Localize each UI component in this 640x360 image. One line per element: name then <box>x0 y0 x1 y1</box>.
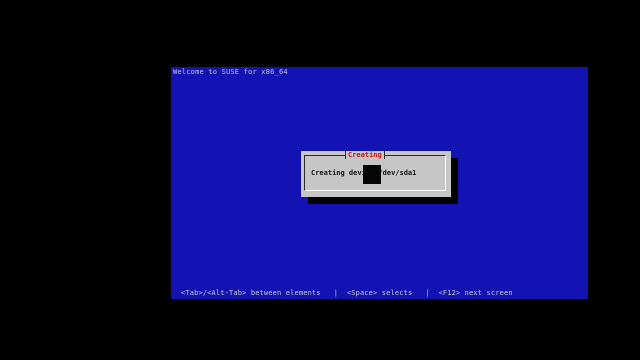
welcome-title: Welcome to SUSE for x86_64 <box>173 68 288 76</box>
status-bar-hints: <Tab>/<Alt-Tab> between elements | <Spac… <box>181 289 513 297</box>
activity-block <box>363 165 381 184</box>
dialog-title: Creating <box>345 151 385 159</box>
creating-dialog: Creating Creating device /dev/sda1 <box>301 151 451 197</box>
installer-screen: Welcome to SUSE for x86_64 Creating Crea… <box>171 67 588 299</box>
